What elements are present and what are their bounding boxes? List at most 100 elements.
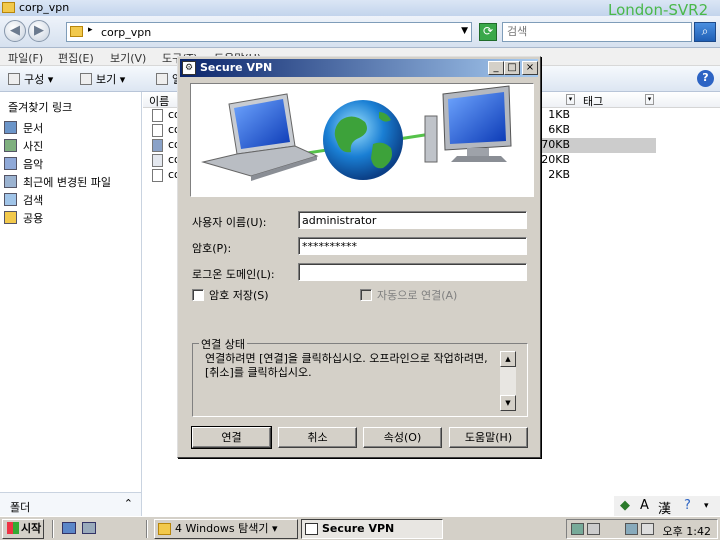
organize-icon <box>8 73 20 85</box>
file-icon <box>152 109 163 122</box>
taskbar: 시작 4 Windows 탐색기 ▾ Secure VPN 오후 1:42 <box>0 516 720 540</box>
folders-label: 폴더 <box>10 501 31 514</box>
windows-logo-icon <box>7 522 19 534</box>
cancel-button[interactable]: 취소 <box>278 427 357 448</box>
help-icon[interactable]: ? <box>684 498 691 513</box>
maximize-button[interactable]: □ <box>504 61 520 75</box>
music-icon <box>4 157 17 170</box>
scroll-up-icon[interactable]: ▲ <box>500 351 516 367</box>
navigation-bar: ◀ ▶ ▸ corp_vpn ▼ ⟳ ⌕ <box>0 16 720 48</box>
folder-icon <box>70 26 83 37</box>
forward-button[interactable]: ▶ <box>28 20 50 42</box>
application-icon <box>152 139 163 152</box>
help-button[interactable]: 도움말(H) <box>449 427 528 448</box>
vpn-app-icon <box>305 523 318 535</box>
ime-mode-a[interactable]: A <box>640 498 649 513</box>
clock[interactable]: 오후 1:42 <box>663 523 711 539</box>
password-field[interactable] <box>298 237 527 255</box>
vpn-dialog: ⚙ Secure VPN _ □ × 사용자 이름(U): administra… <box>177 56 541 458</box>
favorite-documents[interactable]: 문서 <box>4 120 43 136</box>
column-filter-icon[interactable]: ▾ <box>566 94 575 105</box>
start-button[interactable]: 시작 <box>2 519 44 539</box>
menu-file[interactable]: 파일(F) <box>8 50 43 66</box>
task-secure-vpn[interactable]: Secure VPN <box>301 519 443 539</box>
open-icon <box>156 73 168 85</box>
folder-icon <box>2 2 15 13</box>
breadcrumb-arrow-icon[interactable]: ▸ <box>88 25 93 35</box>
file-icon <box>152 169 163 182</box>
ime-mode-hanja[interactable]: 漢 <box>658 498 671 517</box>
search-icon[interactable]: ⌕ <box>694 22 716 42</box>
search-folder-icon <box>4 193 17 206</box>
close-button[interactable]: × <box>522 61 538 75</box>
menu-edit[interactable]: 편집(E) <box>58 50 94 66</box>
vpn-app-icon: ⚙ <box>182 61 196 75</box>
server-manager-icon[interactable] <box>82 522 96 534</box>
explorer-title: corp_vpn <box>19 1 70 14</box>
password-label: 암호(P): <box>192 242 232 255</box>
status-scrollbar[interactable]: ▲ ▼ <box>500 351 516 411</box>
favorite-pictures[interactable]: 사진 <box>4 138 43 154</box>
keyboard-icon[interactable] <box>587 523 600 535</box>
back-button[interactable]: ◀ <box>4 20 26 42</box>
scroll-down-icon[interactable]: ▼ <box>500 395 516 411</box>
organize-button[interactable]: 구성 ▾ <box>8 71 53 87</box>
favorite-public[interactable]: 공용 <box>4 210 43 226</box>
show-desktop-icon[interactable] <box>62 522 76 534</box>
favorite-music[interactable]: 음악 <box>4 156 43 172</box>
favorite-recent[interactable]: 최근에 변경된 파일 <box>4 174 111 190</box>
pictures-icon <box>4 139 17 152</box>
dialog-titlebar[interactable]: ⚙ Secure VPN _ □ × <box>180 59 538 77</box>
folders-toggle[interactable]: 폴더 ⌃ <box>0 492 142 516</box>
address-text: corp_vpn <box>101 26 152 39</box>
favorite-search[interactable]: 검색 <box>4 192 43 208</box>
column-name[interactable]: 이름 <box>149 93 169 109</box>
column-filter-icon[interactable]: ▾ <box>645 94 654 105</box>
connection-status-text: 연결하려면 [연결]을 클릭하십시오. 오프라인으로 작업하려면, [취소]를 … <box>205 352 488 379</box>
dialog-title: Secure VPN <box>200 61 273 74</box>
column-tags[interactable]: 태그 <box>583 93 603 109</box>
chevron-down-icon[interactable]: ▾ <box>704 501 709 511</box>
desktop-computer-icon <box>424 85 512 163</box>
checkbox-box[interactable] <box>360 289 372 301</box>
volume-muted-icon[interactable] <box>641 523 654 535</box>
connect-button[interactable]: 연결 <box>191 426 272 449</box>
task-windows-explorer[interactable]: 4 Windows 탐색기 ▾ <box>154 519 298 539</box>
search-input[interactable] <box>502 22 692 42</box>
recent-icon <box>4 175 17 188</box>
save-password-checkbox[interactable]: 암호 저장(S) <box>192 287 269 303</box>
username-field[interactable] <box>298 211 527 229</box>
help-icon[interactable]: ? <box>697 70 714 87</box>
language-bar: ◆ A 漢 ? ▾ <box>614 496 720 517</box>
refresh-button[interactable]: ⟳ <box>479 23 497 41</box>
network-illustration-icon <box>201 85 512 181</box>
views-icon <box>80 73 92 85</box>
file-icon <box>152 124 163 137</box>
ime-icon[interactable]: ◆ <box>620 498 630 513</box>
public-folder-icon <box>4 211 17 224</box>
checkbox-box[interactable] <box>192 289 204 301</box>
monitor-icon[interactable] <box>625 523 638 535</box>
server-watermark: London-SVR2 <box>608 1 709 19</box>
vpn-banner-illustration <box>190 83 534 197</box>
documents-icon <box>4 121 17 134</box>
globe-icon <box>323 100 403 180</box>
username-label: 사용자 이름(U): <box>192 216 267 229</box>
connection-status-group: 연결 상태 연결하려면 [연결]을 클릭하십시오. 오프라인으로 작업하려면, … <box>192 336 528 417</box>
laptop-icon <box>201 93 319 181</box>
connection-status-label: 연결 상태 <box>199 336 247 352</box>
taskbar-divider <box>52 520 54 538</box>
chevron-down-icon[interactable]: ▼ <box>461 26 468 36</box>
favorites-title: 즐겨찾기 링크 <box>8 101 73 114</box>
folder-icon <box>158 523 171 535</box>
minimize-button[interactable]: _ <box>488 61 504 75</box>
menu-view[interactable]: 보기(V) <box>110 50 146 66</box>
network-icon[interactable] <box>571 523 584 535</box>
auto-connect-checkbox[interactable]: 자동으로 연결(A) <box>360 287 457 303</box>
domain-field[interactable] <box>298 263 527 281</box>
system-tray: 오후 1:42 <box>566 519 718 539</box>
address-bar[interactable]: ▸ corp_vpn ▼ <box>66 22 472 42</box>
properties-button[interactable]: 속성(O) <box>363 427 442 448</box>
views-button[interactable]: 보기 ▾ <box>80 71 125 87</box>
settings-file-icon <box>152 154 163 167</box>
